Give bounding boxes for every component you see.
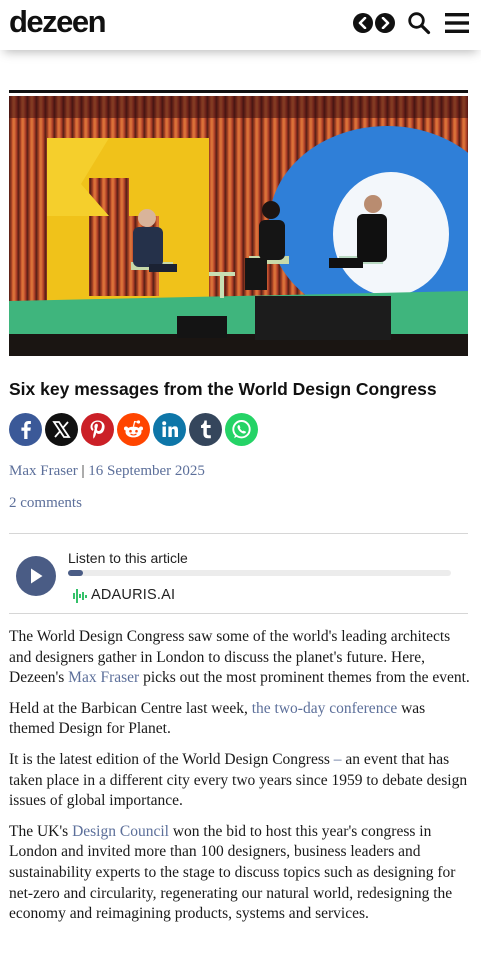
hero-image[interactable]: [9, 96, 468, 356]
body-paragraph: Held at the Barbican Centre last week, t…: [9, 699, 426, 738]
pinterest-icon[interactable]: [81, 413, 114, 446]
listen-label: Listen to this article: [68, 550, 188, 566]
byline-separator: |: [81, 463, 85, 479]
body-paragraph: The World Design Congress saw some of th…: [9, 628, 470, 687]
tumblr-icon[interactable]: [189, 413, 222, 446]
search-icon[interactable]: [407, 11, 431, 35]
publish-date[interactable]: 16 September 2025: [88, 463, 205, 479]
header-icons: [353, 11, 469, 35]
article-body: The World Design Congress saw some of th…: [9, 627, 474, 935]
x-icon[interactable]: [45, 413, 78, 446]
audio-brand[interactable]: ADAURIS.AI: [73, 586, 175, 604]
body-paragraph: It is the latest edition of the World De…: [9, 750, 468, 810]
menu-icon[interactable]: [445, 12, 469, 34]
facebook-icon[interactable]: [9, 413, 42, 446]
author-link[interactable]: Max Fraser: [9, 463, 78, 479]
divider-top: [9, 533, 468, 534]
whatsapp-icon[interactable]: [225, 413, 258, 446]
reddit-icon[interactable]: [117, 413, 150, 446]
prev-icon[interactable]: [353, 13, 373, 33]
audio-progress-track[interactable]: [68, 570, 451, 576]
soundwave-icon: [73, 589, 87, 603]
linkedin-icon[interactable]: [153, 413, 186, 446]
divider-bottom: [9, 613, 468, 614]
dezeen-logo[interactable]: dezeen: [9, 4, 107, 40]
byline: Max Fraser | 16 September 2025: [9, 461, 205, 481]
play-icon: [31, 568, 43, 584]
body-paragraph: The UK's Design Council won the bid to h…: [9, 822, 456, 923]
design-council-link[interactable]: Design Council: [72, 823, 169, 840]
conference-link[interactable]: the two-day conference: [252, 700, 397, 717]
next-icon[interactable]: [375, 13, 395, 33]
article-headline: Six key messages from the World Design C…: [9, 379, 437, 399]
comments-link[interactable]: 2 comments: [9, 493, 82, 513]
share-buttons: [9, 413, 261, 446]
play-button[interactable]: [16, 556, 56, 596]
section-divider: [9, 90, 468, 93]
site-header: dezeen: [0, 0, 481, 50]
author-inline-link[interactable]: Max Fraser: [68, 669, 139, 686]
audio-brand-name: ADAURIS.AI: [91, 587, 176, 603]
audio-progress-fill: [68, 570, 84, 576]
dash-link[interactable]: –: [334, 751, 342, 768]
